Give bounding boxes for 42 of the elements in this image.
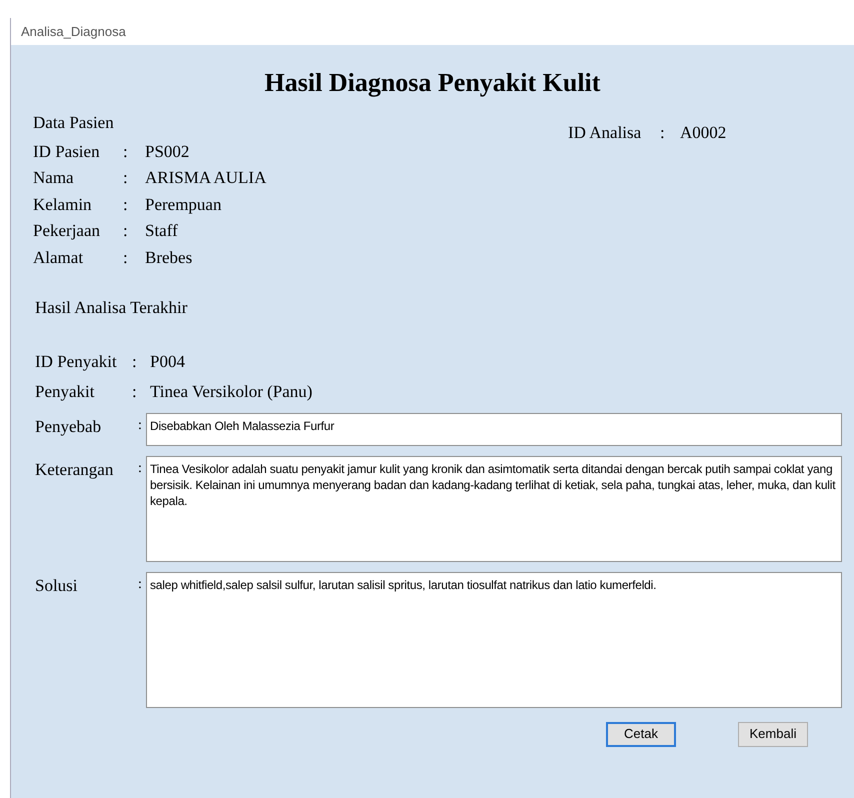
field-label: ID Analisa bbox=[568, 122, 642, 144]
field-separator: : bbox=[132, 350, 138, 373]
field-label: Penyebab bbox=[35, 416, 102, 438]
text-area[interactable] bbox=[146, 456, 842, 562]
field-label: ID Pasien bbox=[33, 140, 101, 162]
field-label: Solusi bbox=[35, 574, 79, 596]
dialog-button[interactable]: Cetak bbox=[606, 722, 676, 746]
section-title: Data Pasien bbox=[33, 112, 115, 134]
field-value: Perempuan bbox=[145, 194, 222, 216]
field-separator: : bbox=[123, 140, 129, 162]
field-label: Alamat bbox=[33, 246, 84, 268]
field-separator: : bbox=[138, 460, 143, 478]
field-separator: : bbox=[138, 576, 143, 594]
field-value: Brebes bbox=[145, 246, 192, 268]
field-value: PS002 bbox=[145, 140, 190, 162]
text-area[interactable]: salep whitfield,salep salsil sulfur, larutan salisil spritus, larutan tiosulfat natrikus dan latio kumerfeldi. bbox=[146, 572, 842, 708]
text-area[interactable]: Disebabkan Oleh Malassezia Furfur bbox=[146, 412, 842, 446]
field-label: Penyakit bbox=[35, 380, 96, 403]
field-value: Staff bbox=[145, 220, 178, 242]
field-label: Pekerjaan bbox=[33, 220, 102, 242]
dialog-button[interactable]: Kembali bbox=[738, 722, 808, 746]
field-label: ID Penyakit bbox=[35, 350, 118, 373]
field-separator: : bbox=[132, 380, 138, 403]
field-value: Tinea Versikolor (Panu) bbox=[150, 380, 312, 403]
window-title: Analisa_Diagnosa bbox=[21, 22, 126, 41]
field-separator: : bbox=[123, 246, 129, 268]
field-label: Keterangan bbox=[35, 458, 114, 480]
field-value: ARISMA AULIA bbox=[145, 167, 266, 189]
field-separator: : bbox=[123, 167, 129, 189]
section-title: Hasil Analisa Terakhir bbox=[35, 296, 188, 318]
field-separator: : bbox=[123, 194, 129, 216]
field-separator: : bbox=[660, 122, 666, 144]
field-label: Nama bbox=[33, 167, 75, 189]
text-area-content: salep whitfield,salep salsil sulfur, larutan salisil spritus, larutan tiosulfat natrikus dan latio kumerfeldi. bbox=[150, 576, 658, 592]
field-label: Kelamin bbox=[33, 194, 93, 216]
field-value: P004 bbox=[150, 350, 185, 373]
field-value: A0002 bbox=[680, 122, 726, 144]
field-separator: : bbox=[138, 416, 143, 434]
field-separator: : bbox=[123, 220, 129, 242]
text-area-content: Tinea Vesikolor adalah suatu penyakit jamur kulit yang kronik dan asimtomatik serta ditandai dengan bercak putih sampai coklat yang bersisik. Kelainan ini umumnya menyerang badan dan kadang-kadang terlihat di ketiak, sela paha, tungkai atas, leher, muka, dan kulit kepala. bbox=[150, 460, 836, 508]
page-heading: Hasil Diagnosa Penyakit Kulit bbox=[264, 67, 600, 99]
text-area-content: Disebabkan Oleh Malassezia Furfur bbox=[150, 418, 336, 434]
